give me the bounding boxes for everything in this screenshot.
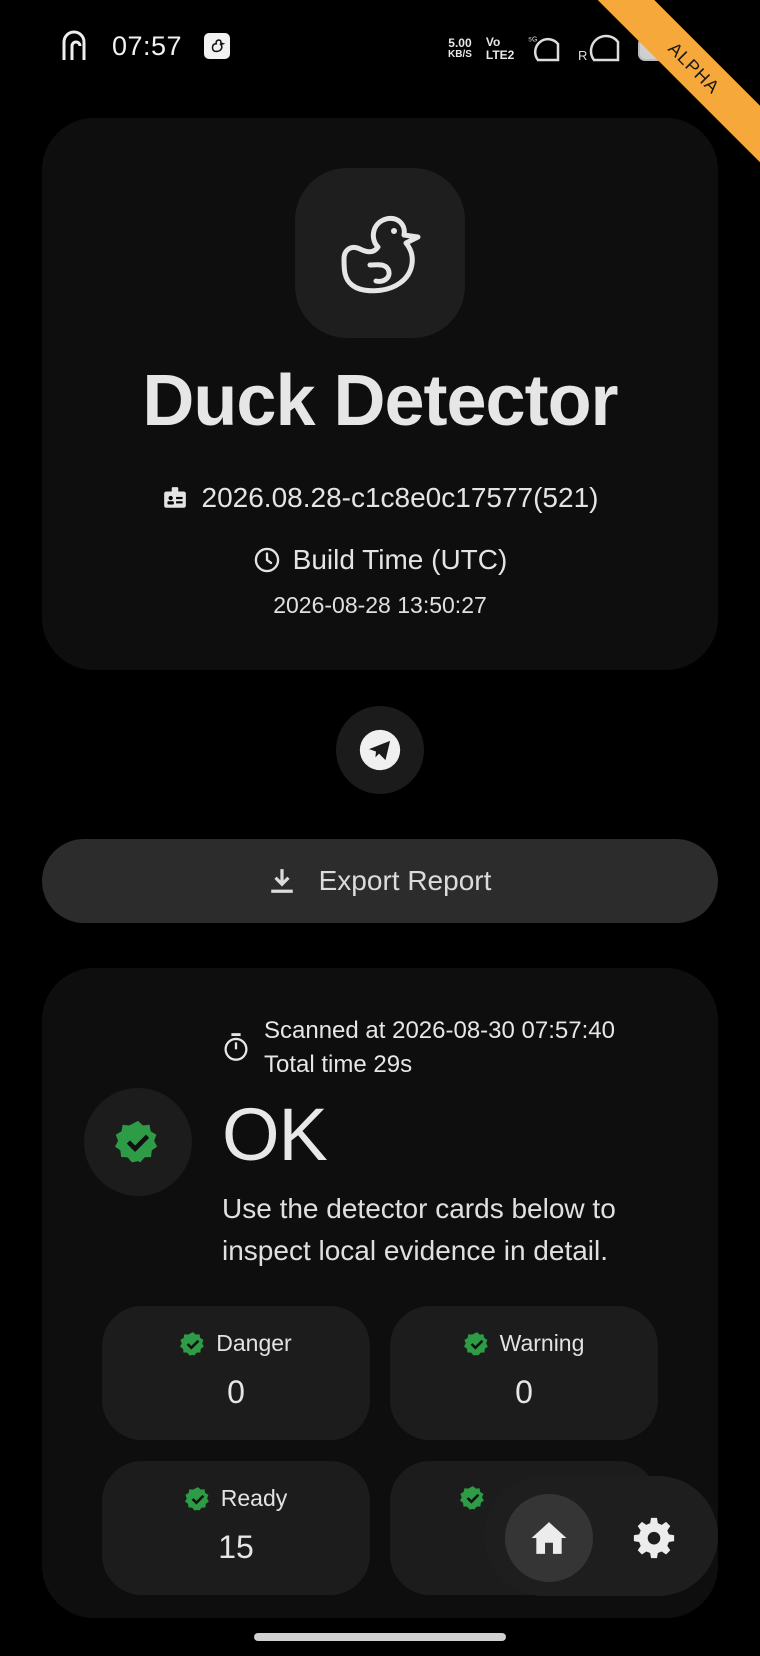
build-time-value: 2026-08-28 13:50:27 bbox=[273, 592, 487, 618]
clock-icon bbox=[254, 547, 279, 573]
build-time-row: Build Time (UTC) bbox=[0, 544, 760, 576]
verified-check-icon bbox=[184, 1486, 209, 1510]
stat-value: 0 bbox=[515, 1374, 533, 1410]
stat-label: Warning bbox=[499, 1330, 585, 1356]
timer-icon bbox=[224, 1033, 248, 1061]
stat-value: 15 bbox=[218, 1529, 254, 1565]
scan-info: Scanned at 2026-08-30 07:57:40 Total tim… bbox=[222, 1014, 615, 1082]
stat-ready[interactable]: Ready 15 bbox=[102, 1461, 370, 1595]
scanned-at: Scanned at 2026-08-30 07:57:40 bbox=[264, 1017, 615, 1044]
total-time: Total time 29s bbox=[264, 1051, 413, 1078]
gesture-handle[interactable] bbox=[254, 1633, 506, 1641]
download-icon bbox=[270, 869, 293, 893]
stat-warning[interactable]: Warning 0 bbox=[390, 1306, 658, 1440]
status-title: OK bbox=[222, 1093, 328, 1176]
signal-5g-icon: ⁵ᴳ bbox=[528, 36, 560, 62]
app-logo-tile bbox=[295, 168, 465, 338]
status-time: 07:57 bbox=[112, 30, 183, 61]
version-text: 2026.08.28-c1c8e0c17577(521) bbox=[201, 482, 599, 513]
stat-danger[interactable]: Danger 0 bbox=[102, 1306, 370, 1440]
stat-value: 0 bbox=[227, 1374, 245, 1410]
home-icon bbox=[531, 1522, 567, 1554]
home-button[interactable] bbox=[505, 1494, 593, 1582]
status-badge bbox=[84, 1088, 192, 1196]
verified-check-icon bbox=[180, 1331, 205, 1355]
id-badge-icon bbox=[163, 487, 186, 508]
settings-button[interactable] bbox=[626, 1510, 682, 1566]
telegram-icon bbox=[359, 729, 401, 771]
build-time-label: Build Time (UTC) bbox=[292, 544, 508, 575]
network-speed: 5.00 KB/S bbox=[448, 36, 472, 60]
wifi-r-icon: R bbox=[578, 34, 620, 63]
gear-icon bbox=[633, 1517, 675, 1559]
verified-check-icon bbox=[460, 1486, 484, 1510]
version-row: 2026.08.28-c1c8e0c17577(521) bbox=[0, 482, 760, 514]
telegram-button[interactable] bbox=[336, 706, 424, 794]
app-title: Duck Detector bbox=[142, 361, 618, 441]
stat-label: Ready bbox=[220, 1485, 288, 1511]
status-description: Use the detector cards below to inspect … bbox=[222, 1193, 616, 1266]
duck-icon bbox=[341, 215, 421, 294]
duck-notification-icon bbox=[204, 33, 231, 59]
export-report-label: Export Report bbox=[318, 865, 492, 896]
volte-indicator: Vo LTE2 bbox=[485, 35, 515, 62]
verified-check-icon bbox=[115, 1120, 158, 1163]
notification-app-icon bbox=[62, 30, 86, 60]
stat-label: Danger bbox=[216, 1330, 292, 1356]
svg-text:R: R bbox=[578, 48, 587, 63]
verified-check-icon bbox=[463, 1331, 488, 1355]
export-report-button[interactable]: Export Report bbox=[42, 839, 718, 923]
